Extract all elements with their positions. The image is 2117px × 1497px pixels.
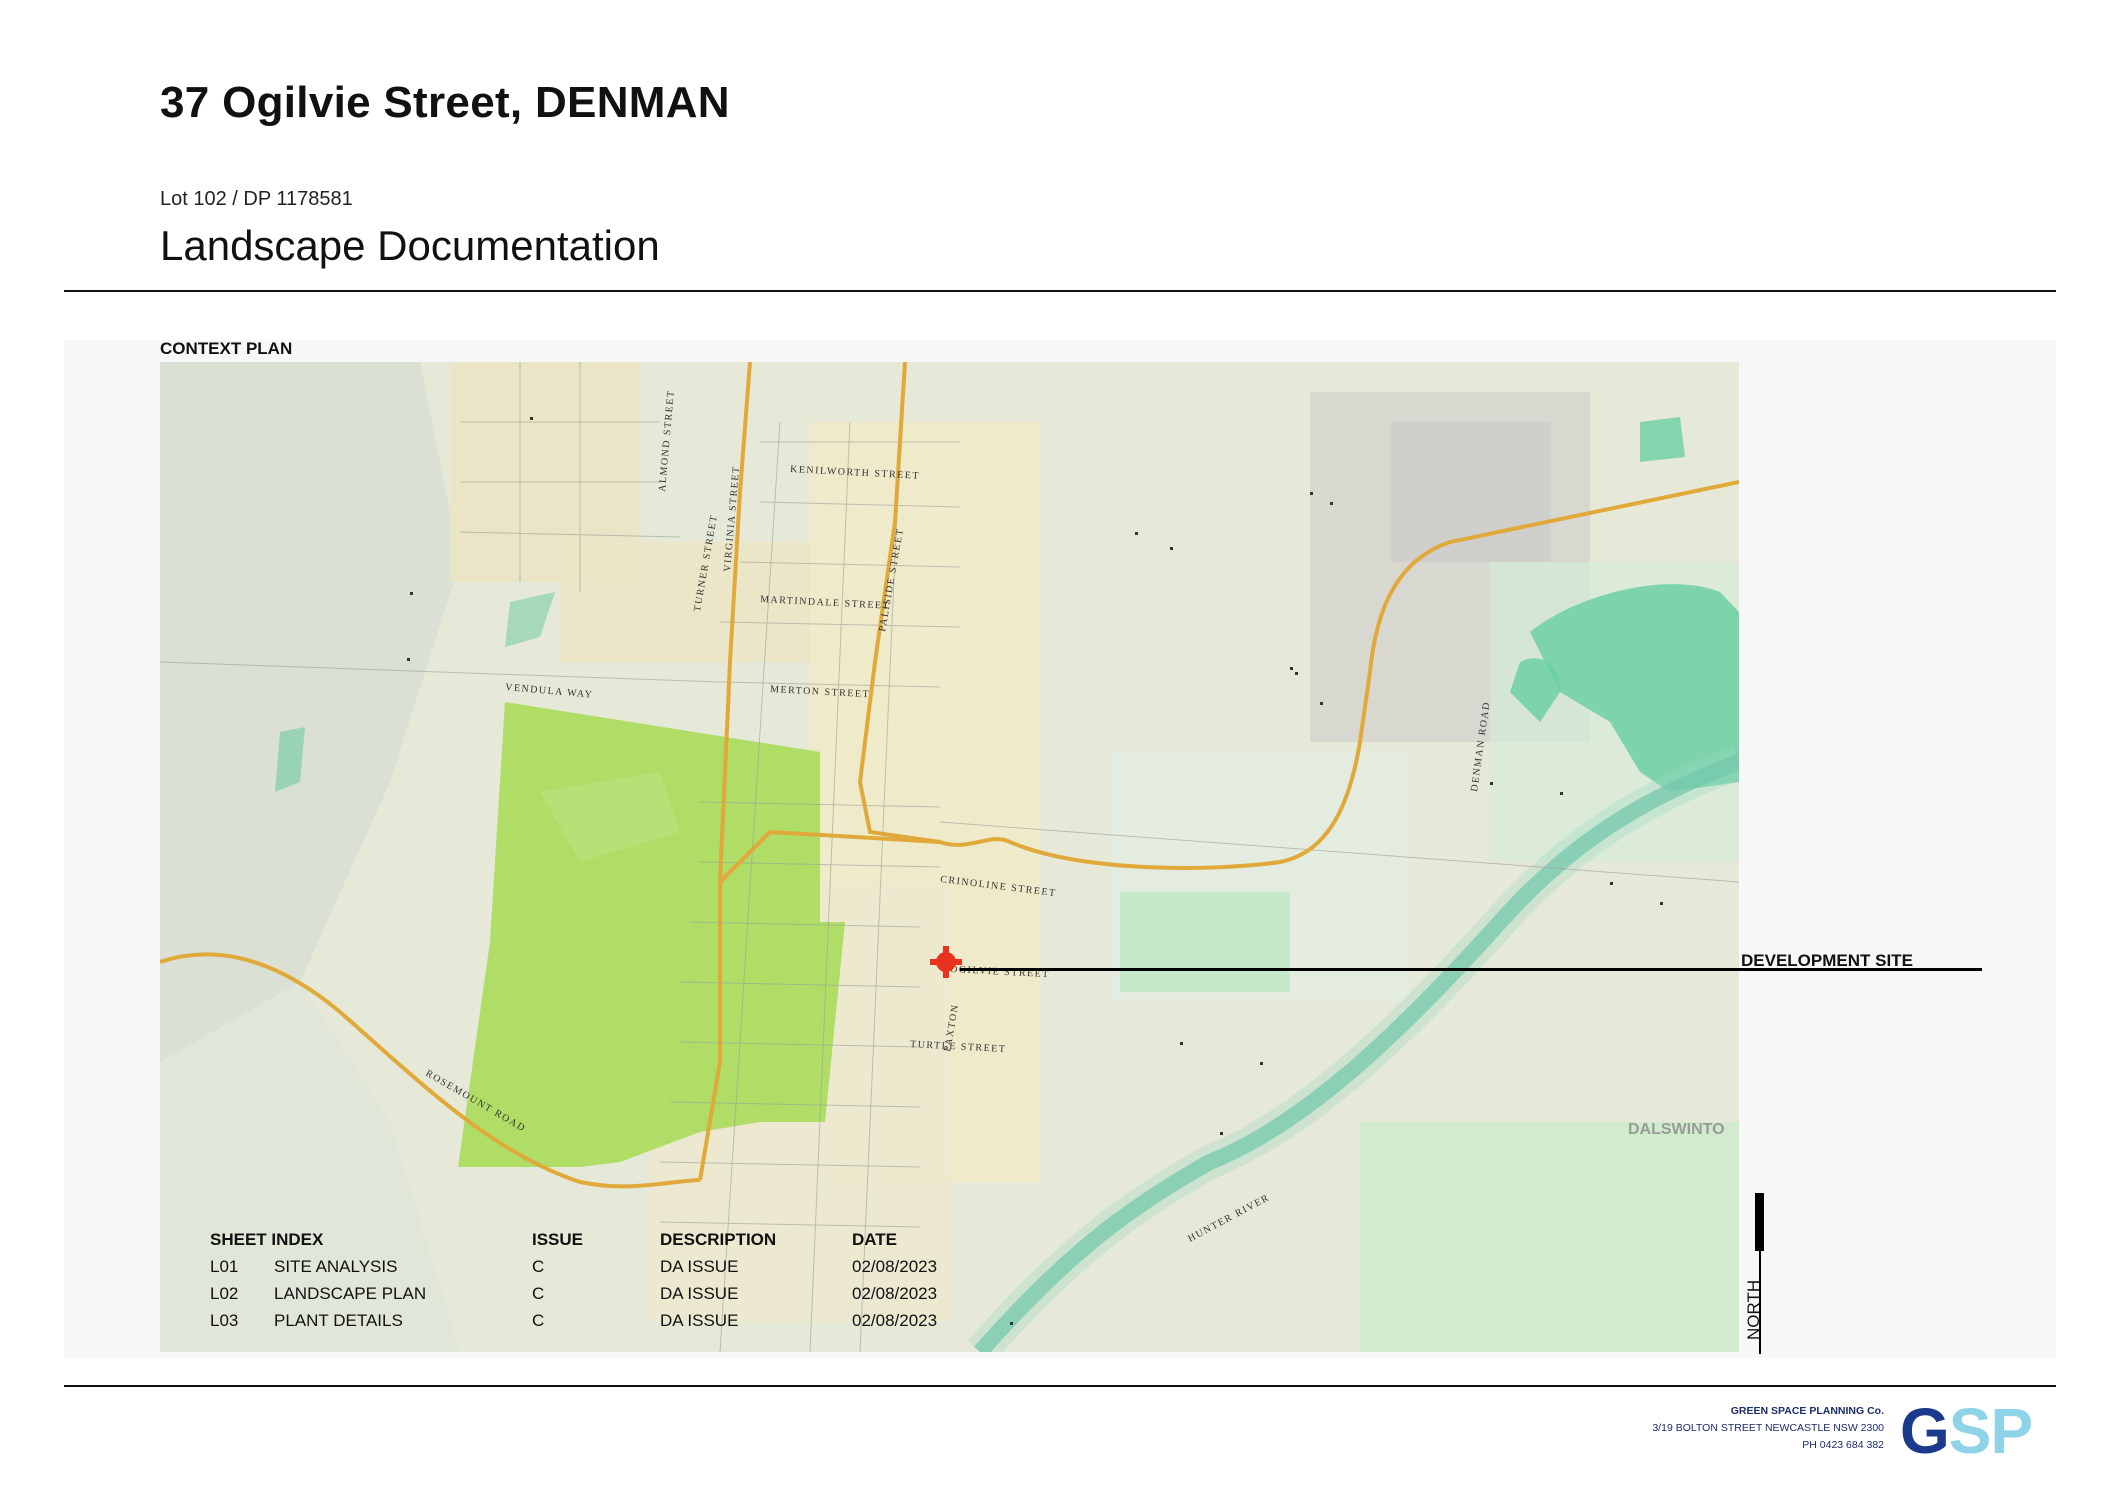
- company-address: 3/19 BOLTON STREET NEWCASTLE NSW 2300: [1652, 1422, 1884, 1434]
- north-label: NORTH: [1744, 1279, 1763, 1340]
- issue-header: ISSUE: [532, 1230, 584, 1249]
- context-map[interactable]: ALMOND STREET KENILWORTH STREET MARTINDA…: [160, 362, 1739, 1352]
- header-divider: [64, 290, 2056, 292]
- footer-divider: [64, 1385, 2056, 1387]
- company-details: GREEN SPACE PLANNING Co. 3/19 BOLTON STR…: [1652, 1403, 1884, 1454]
- sheet-issue: C: [532, 1257, 545, 1276]
- sheet-issue: C: [532, 1284, 545, 1303]
- sheet-code: L02: [210, 1284, 239, 1303]
- lot-reference: Lot 102 / DP 1178581: [160, 188, 353, 210]
- gsp-logo: GSP: [1900, 1395, 2033, 1467]
- sheet-code: L03: [210, 1311, 239, 1330]
- sheet-date: 02/08/2023: [852, 1284, 938, 1303]
- description-header: DESCRIPTION: [660, 1230, 777, 1249]
- north-arrow-icon: [1755, 1193, 1764, 1251]
- page-title: 37 Ogilvie Street, DENMAN: [160, 78, 730, 127]
- sheet-index-table: SHEET INDEX ISSUE DESCRIPTION DATE L01 S…: [200, 1230, 960, 1338]
- sheet-description: DA ISSUE: [660, 1311, 739, 1330]
- logo-letters-sp: SP: [1948, 1395, 2033, 1467]
- company-phone: PH 0423 684 382: [1802, 1439, 1884, 1451]
- sheet-index-header: SHEET INDEX: [210, 1230, 324, 1249]
- sheet-name: SITE ANALYSIS: [274, 1257, 398, 1276]
- sheet-index-header-row: SHEET INDEX ISSUE DESCRIPTION DATE: [200, 1230, 960, 1257]
- development-site-label: DEVELOPMENT SITE: [1741, 951, 1913, 970]
- sheet-name: LANDSCAPE PLAN: [274, 1284, 427, 1303]
- table-row: L01 SITE ANALYSIS C DA ISSUE 02/08/2023: [200, 1257, 960, 1284]
- company-name: GREEN SPACE PLANNING Co.: [1730, 1405, 1884, 1417]
- map-graphic: ALMOND STREET KENILWORTH STREET MARTINDA…: [160, 362, 1739, 1352]
- context-plan-label: CONTEXT PLAN: [160, 339, 293, 358]
- sheet-date: 02/08/2023: [852, 1311, 938, 1330]
- document-subtitle: Landscape Documentation: [160, 222, 660, 269]
- map-label-dalswinton: DALSWINTO: [1628, 1121, 1725, 1138]
- sheet-date: 02/08/2023: [852, 1257, 938, 1276]
- sheet-name: PLANT DETAILS: [274, 1311, 403, 1330]
- logo-letter-g: G: [1900, 1395, 1950, 1467]
- sheet-description: DA ISSUE: [660, 1257, 739, 1276]
- sheet-description: DA ISSUE: [660, 1284, 739, 1303]
- table-row: L02 LANDSCAPE PLAN C DA ISSUE 02/08/2023: [200, 1284, 960, 1311]
- sheet-issue: C: [532, 1311, 545, 1330]
- sheet-code: L01: [210, 1257, 239, 1276]
- table-row: L03 PLANT DETAILS C DA ISSUE 02/08/2023: [200, 1311, 960, 1338]
- date-header: DATE: [852, 1230, 898, 1249]
